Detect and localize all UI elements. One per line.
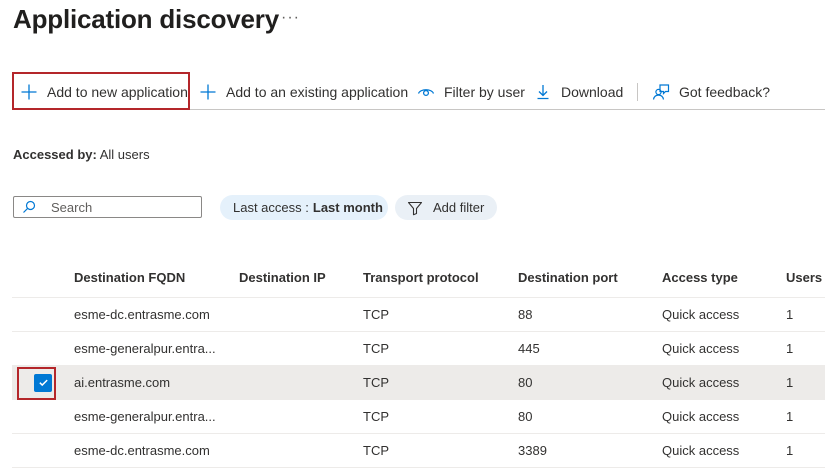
plus-icon xyxy=(199,83,217,101)
filter-by-user-button[interactable]: Filter by user xyxy=(417,73,525,111)
users-cell: 1 xyxy=(786,365,825,400)
add-to-existing-application-label: Add to an existing application xyxy=(226,84,409,100)
destination-port-cell: 80 xyxy=(518,399,662,434)
row-select-cell[interactable] xyxy=(12,297,74,332)
select-column-header xyxy=(12,258,74,298)
destination-port-cell: 445 xyxy=(518,331,662,366)
download-button[interactable]: Download xyxy=(534,73,623,111)
destination-ip-cell xyxy=(239,297,363,332)
access-type-cell: Quick access xyxy=(662,399,786,434)
add-filter-label: Add filter xyxy=(433,200,485,215)
last-access-filter-pill[interactable]: Last access : Last month xyxy=(220,195,388,220)
download-icon xyxy=(534,83,552,101)
search-icon xyxy=(22,200,36,214)
row-select-cell[interactable] xyxy=(12,433,74,468)
table-header-row: Destination FQDN Destination IP Transpor… xyxy=(12,258,825,298)
more-options-button[interactable]: ··· xyxy=(281,9,300,27)
column-header-destination-fqdn[interactable]: Destination FQDN xyxy=(74,258,239,298)
toolbar-separator xyxy=(637,83,638,101)
destination-ip-cell xyxy=(239,365,363,400)
destination-fqdn-link[interactable]: esme-dc.entrasme.com xyxy=(74,297,239,332)
page-title: Application discovery xyxy=(13,4,279,34)
highlight-box-add-new xyxy=(12,72,190,110)
search-box[interactable] xyxy=(13,196,202,218)
access-type-cell: Quick access xyxy=(662,365,786,400)
transport-protocol-cell: TCP xyxy=(363,399,518,434)
table-row[interactable]: esme-generalpur.entra... TCP 445 Quick a… xyxy=(12,331,825,366)
destination-fqdn-link[interactable]: esme-dc.entrasme.com xyxy=(74,433,239,468)
transport-protocol-cell: TCP xyxy=(363,433,518,468)
destination-port-cell: 80 xyxy=(518,365,662,400)
table-row[interactable]: esme-dc.entrasme.com TCP 3389 Quick acce… xyxy=(12,433,825,468)
access-type-cell: Quick access xyxy=(662,331,786,366)
last-access-value: Last month xyxy=(312,200,383,215)
last-access-label: Last access : xyxy=(233,200,309,215)
accessed-by-label: Accessed by: xyxy=(13,147,97,162)
destination-ip-cell xyxy=(239,331,363,366)
highlight-box-checkbox xyxy=(17,367,56,400)
users-cell: 1 xyxy=(786,297,825,332)
applications-table: Destination FQDN Destination IP Transpor… xyxy=(12,258,825,468)
access-type-cell: Quick access xyxy=(662,433,786,468)
accessed-by-value: All users xyxy=(99,147,150,162)
users-cell: 1 xyxy=(786,331,825,366)
destination-port-cell: 88 xyxy=(518,297,662,332)
funnel-icon xyxy=(407,200,423,216)
destination-ip-cell xyxy=(239,399,363,434)
add-filter-button[interactable]: Add filter xyxy=(395,195,497,220)
accessed-by-text: Accessed by: All users xyxy=(13,147,150,162)
table-row[interactable]: esme-generalpur.entra... TCP 80 Quick ac… xyxy=(12,399,825,434)
got-feedback-label: Got feedback? xyxy=(679,84,771,100)
feedback-person-icon xyxy=(652,83,670,101)
users-cell: 1 xyxy=(786,433,825,468)
row-select-cell[interactable] xyxy=(12,399,74,434)
download-label: Download xyxy=(561,84,624,100)
transport-protocol-cell: TCP xyxy=(363,297,518,332)
destination-fqdn-link[interactable]: esme-generalpur.entra... xyxy=(74,399,239,434)
destination-ip-cell xyxy=(239,433,363,468)
access-type-cell: Quick access xyxy=(662,297,786,332)
transport-protocol-cell: TCP xyxy=(363,331,518,366)
filter-by-user-label: Filter by user xyxy=(444,84,525,100)
column-header-transport-protocol[interactable]: Transport protocol xyxy=(363,258,518,298)
destination-fqdn-link[interactable]: esme-generalpur.entra... xyxy=(74,331,239,366)
destination-port-cell: 3389 xyxy=(518,433,662,468)
column-header-destination-ip[interactable]: Destination IP xyxy=(239,258,363,298)
transport-protocol-cell: TCP xyxy=(363,365,518,400)
add-to-existing-application-button[interactable]: Add to an existing application xyxy=(199,73,408,111)
table-row-selected[interactable]: ai.entrasme.com TCP 80 Quick access 1 xyxy=(12,365,825,400)
column-header-users[interactable]: Users xyxy=(786,258,825,298)
users-cell: 1 xyxy=(786,399,825,434)
got-feedback-button[interactable]: Got feedback? xyxy=(652,73,770,111)
search-input[interactable] xyxy=(51,199,191,215)
table-row[interactable]: esme-dc.entrasme.com TCP 88 Quick access… xyxy=(12,297,825,332)
destination-fqdn-link[interactable]: ai.entrasme.com xyxy=(74,365,239,400)
row-select-cell[interactable] xyxy=(12,331,74,366)
column-header-access-type[interactable]: Access type xyxy=(662,258,786,298)
column-header-destination-port[interactable]: Destination port xyxy=(518,258,662,298)
eye-icon xyxy=(417,83,435,101)
